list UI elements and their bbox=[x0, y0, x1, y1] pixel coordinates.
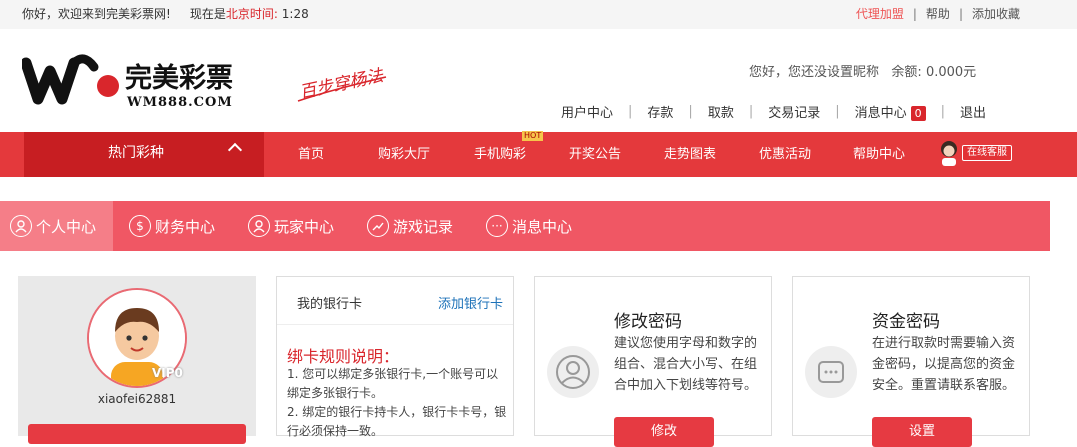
nav-lottery-hall[interactable]: 购彩大厅 bbox=[378, 132, 430, 177]
agent-avatar-icon bbox=[941, 141, 957, 166]
rule-item: 1. 您可以绑定多张银行卡,一个账号可以绑定多张银行卡。 bbox=[287, 367, 499, 400]
brand-name: 完美彩票 bbox=[125, 62, 233, 94]
change-password-title: 修改密码 bbox=[614, 312, 682, 332]
sub-nav: 个人中心 $ 财务中心 玩家中心 游戏记录 ··· 消息中心 bbox=[0, 201, 1050, 251]
message-count-badge: 0 bbox=[910, 106, 926, 121]
hot-badge: HOT bbox=[522, 131, 544, 141]
fund-password-title: 资金密码 bbox=[872, 312, 940, 332]
nav-home[interactable]: 首页 bbox=[298, 132, 324, 177]
nav-trend-charts[interactable]: 走势图表 bbox=[664, 132, 716, 177]
divider: | bbox=[688, 104, 693, 119]
bank-card-header: 我的银行卡 添加银行卡 bbox=[277, 277, 513, 325]
top-bar: 你好，欢迎来到完美彩票网! 现在是北京时间: 1:28 代理加盟 | 帮助 | … bbox=[0, 0, 1077, 29]
logout-link[interactable]: 退出 bbox=[960, 102, 986, 121]
profile-card: VIP0 xiaofei62881 bbox=[18, 276, 256, 444]
tab-personal-center[interactable]: 个人中心 bbox=[0, 201, 113, 251]
time-label: 北京时间: bbox=[225, 7, 278, 21]
hot-lottery-dropdown[interactable]: 热门彩种 bbox=[24, 132, 264, 177]
nav-mobile[interactable]: 手机购彩 HOT bbox=[474, 131, 544, 177]
welcome-text: 你好，欢迎来到完美彩票网! 现在是北京时间: 1:28 bbox=[22, 0, 309, 29]
fund-password-desc: 在进行取款时需要输入资金密码，以提高您的资金安全。重置请联系客服。 bbox=[872, 336, 1016, 393]
header-nav: 用户中心 | 存款 | 取款 | 交易记录 | 消息中心 0 | 退出 bbox=[561, 102, 986, 121]
site-logo[interactable]: 完美彩票 WM888.COM bbox=[20, 49, 262, 111]
deposit-link[interactable]: 存款 bbox=[647, 102, 673, 121]
bank-card-title: 我的银行卡 bbox=[297, 297, 363, 312]
nav-help-center[interactable]: 帮助中心 bbox=[853, 132, 905, 177]
tab-player-center[interactable]: 玩家中心 bbox=[248, 201, 334, 251]
rule-item: 2. 绑定的银行卡持卡人，银行卡卡号，银行必须保持一致。 bbox=[287, 405, 507, 438]
slogan-logo: 百步穿杨法 bbox=[294, 51, 392, 109]
player-icon bbox=[248, 215, 270, 237]
binding-rules-title: 绑卡规则说明： bbox=[287, 347, 400, 366]
tab-game-records-label: 游戏记录 bbox=[393, 217, 454, 236]
tab-game-records[interactable]: 游戏记录 bbox=[367, 201, 453, 251]
divider: | bbox=[628, 104, 633, 119]
vip-level: VIP0 bbox=[152, 366, 183, 380]
hot-lottery-label: 热门彩种 bbox=[108, 145, 164, 161]
tab-finance-center-label: 财务中心 bbox=[155, 217, 216, 236]
tab-message-center-label: 消息中心 bbox=[512, 217, 573, 236]
add-favorite-link[interactable]: 添加收藏 bbox=[972, 0, 1020, 29]
logo-icon: 完美彩票 WM888.COM bbox=[20, 54, 233, 110]
balance-label: 余额: bbox=[891, 65, 922, 80]
welcome-message: 你好，欢迎来到完美彩票网! bbox=[22, 7, 171, 21]
nav-promotions[interactable]: 优惠活动 bbox=[759, 132, 811, 177]
help-link[interactable]: 帮助 bbox=[926, 0, 950, 29]
user-center-link[interactable]: 用户中心 bbox=[561, 102, 613, 121]
transaction-link[interactable]: 交易记录 bbox=[768, 102, 820, 121]
current-time: 1:28 bbox=[281, 7, 309, 21]
time-prefix: 现在是 bbox=[189, 7, 226, 21]
change-password-desc: 建议您使用字母和数字的组合、混合大小写、在组合中加入下划线等符号。 bbox=[614, 336, 758, 393]
divider: | bbox=[835, 104, 840, 119]
username: xiaofei62881 bbox=[97, 392, 177, 406]
greeting: 您好，您还没设置昵称 bbox=[749, 65, 880, 80]
message-center-link[interactable]: 消息中心 0 bbox=[855, 102, 926, 121]
change-password-button[interactable]: 修改 bbox=[614, 417, 714, 447]
tab-finance-center[interactable]: $ 财务中心 bbox=[129, 201, 215, 251]
nav-draw-results[interactable]: 开奖公告 bbox=[569, 132, 621, 177]
tab-player-center-label: 玩家中心 bbox=[274, 217, 335, 236]
change-password-card: 修改密码 建议您使用字母和数字的组合、混合大小写、在组合中加入下划线等符号。 修… bbox=[534, 276, 772, 447]
brand-domain: WM888.COM bbox=[126, 95, 233, 110]
account-info: 您好，您还没设置昵称 余额: 0.000元 bbox=[749, 61, 976, 80]
fund-password-icon bbox=[805, 346, 857, 398]
tab-message-center[interactable]: ··· 消息中心 bbox=[486, 201, 572, 251]
agent-join-link[interactable]: 代理加盟 bbox=[856, 0, 904, 29]
set-fund-password-button[interactable]: 设置 bbox=[872, 417, 972, 447]
top-links: 代理加盟 | 帮助 | 添加收藏 bbox=[856, 0, 1020, 29]
nav-mobile-label: 手机购彩 bbox=[474, 147, 527, 162]
user-icon bbox=[10, 215, 32, 237]
profile-action-button[interactable] bbox=[28, 424, 246, 444]
dollar-icon: $ bbox=[129, 215, 151, 237]
withdraw-link[interactable]: 取款 bbox=[708, 102, 734, 121]
divider: | bbox=[958, 7, 963, 21]
main-nav: 热门彩种 首页 购彩大厅 手机购彩 HOT 开奖公告 走势图表 优惠活动 帮助中心… bbox=[0, 131, 1077, 177]
more-icon: ··· bbox=[486, 215, 508, 237]
online-service[interactable]: 在线客服 bbox=[939, 140, 1012, 166]
add-bank-card-link[interactable]: 添加银行卡 bbox=[438, 293, 503, 312]
balance-value: 0.000元 bbox=[925, 65, 977, 80]
header: 完美彩票 WM888.COM 百步穿杨法 您好，您还没设置昵称 余额: 0.00… bbox=[0, 29, 1077, 132]
divider: | bbox=[748, 104, 754, 119]
trend-icon bbox=[367, 215, 389, 237]
divider: | bbox=[912, 7, 917, 21]
online-service-button[interactable]: 在线客服 bbox=[962, 145, 1012, 161]
user-circle-icon bbox=[547, 346, 599, 398]
divider: | bbox=[940, 104, 946, 119]
message-center-label: 消息中心 bbox=[854, 106, 907, 121]
chevron-up-icon bbox=[227, 142, 243, 158]
tab-personal-center-label: 个人中心 bbox=[36, 217, 97, 236]
fund-password-card: 资金密码 在进行取款时需要输入资金密码，以提高您的资金安全。重置请联系客服。 设… bbox=[792, 276, 1030, 447]
bank-card-panel: 我的银行卡 添加银行卡 绑卡规则说明： 1. 您可以绑定多张银行卡,一个账号可以… bbox=[276, 276, 514, 438]
